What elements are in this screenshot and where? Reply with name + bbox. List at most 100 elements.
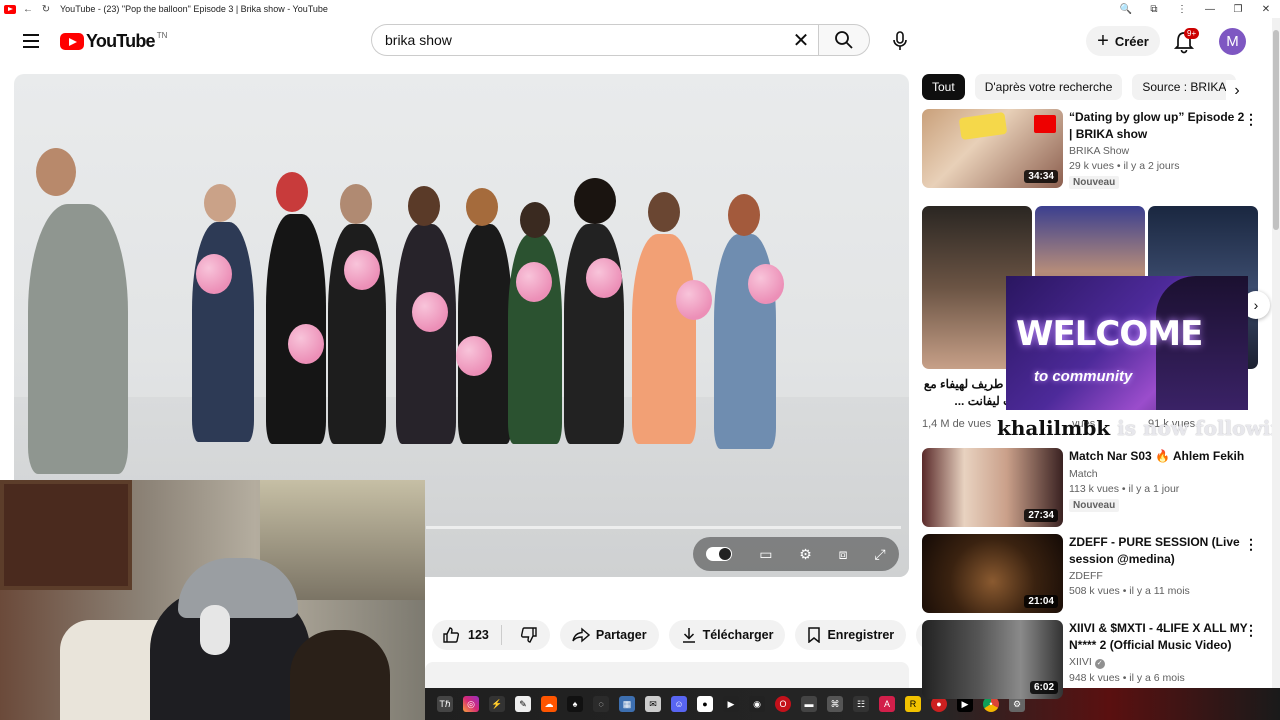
contestant-head xyxy=(408,186,440,226)
webcam-overlay xyxy=(0,480,425,720)
video-thumbnail[interactable]: 6:02 xyxy=(922,620,1063,699)
webcam-second-person xyxy=(290,630,390,720)
search-input[interactable] xyxy=(385,32,765,48)
thumbs-up-icon xyxy=(443,627,460,643)
restore-button[interactable]: ❐ xyxy=(1224,4,1252,15)
new-badge: Nouveau xyxy=(1069,176,1120,189)
soundcloud-icon[interactable]: ☁ xyxy=(541,696,557,712)
balloon xyxy=(586,258,622,298)
share-button[interactable]: Partager xyxy=(559,620,659,650)
contestant-head xyxy=(276,172,308,212)
more-vertical-icon[interactable]: ⋮ xyxy=(1244,622,1258,639)
youtube-logo[interactable]: YouTube TN xyxy=(60,31,167,52)
contestant-figure xyxy=(564,224,624,444)
reload-icon[interactable]: ↻ xyxy=(40,3,52,15)
fullscreen-icon[interactable]: ⤢ xyxy=(874,546,885,563)
taskbar-app-icon[interactable]: ▦ xyxy=(619,696,635,712)
settings-icon[interactable]: ⚙ xyxy=(799,546,812,563)
balloon xyxy=(288,324,324,364)
voice-search-button[interactable] xyxy=(883,24,917,58)
taskbar-app-icon[interactable]: A xyxy=(879,696,895,712)
zoom-icon[interactable]: 🔍 xyxy=(1112,4,1140,15)
scrollbar-thumb[interactable] xyxy=(1273,30,1279,230)
create-button[interactable]: + Créer xyxy=(1086,26,1160,56)
video-title[interactable]: “Dating by glow up” Episode 2 | BRIKA sh… xyxy=(1069,109,1249,142)
miniplayer-icon[interactable]: ⧈ xyxy=(839,546,848,563)
short-views: 1,4 M de vues xyxy=(922,418,992,430)
autoplay-toggle[interactable] xyxy=(706,547,733,561)
related-video-card[interactable]: 34:34 “Dating by glow up” Episode 2 | BR… xyxy=(922,109,1262,189)
chip-source-brika[interactable]: Source : BRIKA xyxy=(1132,74,1237,100)
download-label: Télécharger xyxy=(702,628,774,642)
chip-all[interactable]: Tout xyxy=(922,74,965,100)
video-title[interactable]: XIIVI & $MXTI - 4LIFE X ALL MY N**** 2 (… xyxy=(1069,620,1249,653)
description-box[interactable] xyxy=(425,662,909,688)
video-duration: 27:34 xyxy=(1024,509,1058,522)
webcam-mirror xyxy=(0,480,132,590)
taskbar-app-icon[interactable]: ⌘ xyxy=(827,696,843,712)
chip-from-search[interactable]: D'après votre recherche xyxy=(974,74,1123,100)
taskbar-app-icon[interactable]: ✉ xyxy=(645,696,661,712)
save-button[interactable]: Enregistrer xyxy=(795,620,907,650)
related-video-card[interactable]: 6:02 XIIVI & $MXTI - 4LIFE X ALL MY N***… xyxy=(922,620,1262,700)
taskbar-app-icon[interactable]: ⚡ xyxy=(489,696,505,712)
clear-search-icon[interactable]: ✕ xyxy=(790,29,812,52)
video-title[interactable]: ZDEFF - PURE SESSION (Live session @medi… xyxy=(1069,534,1249,567)
video-progress-bar[interactable] xyxy=(426,526,901,529)
masthead: YouTube TN ✕ + Créer 9+ M xyxy=(0,18,1280,64)
avatar[interactable]: M xyxy=(1219,28,1246,55)
video-stats: 113 k vues • il y a 1 jour xyxy=(1069,482,1180,495)
video-title[interactable]: Match Nar S03 🔥 Ahlem Fekih xyxy=(1069,448,1249,465)
taskbar-app-icon[interactable]: ✎ xyxy=(515,696,531,712)
channel-name[interactable]: Match xyxy=(1069,468,1249,480)
minimize-button[interactable]: — xyxy=(1196,4,1224,15)
window-controls: 🔍 ⧉ ⋮ — ❐ ✕ xyxy=(1112,0,1280,18)
related-video-card[interactable]: 27:34 Match Nar S03 🔥 Ahlem Fekih Match … xyxy=(922,448,1262,528)
taskbar-app-icon[interactable]: ♠ xyxy=(567,696,583,712)
taskbar-app-icon[interactable]: ▶ xyxy=(723,696,739,712)
video-stats: 508 k vues • il y a 11 mois xyxy=(1069,585,1190,597)
channel-name[interactable]: ZDEFF xyxy=(1069,570,1249,582)
follow-alert: khalilmbk is now following! xyxy=(997,416,1280,440)
contestant-head xyxy=(204,184,236,222)
video-thumbnail[interactable]: 27:34 xyxy=(922,448,1063,527)
menu-icon[interactable] xyxy=(18,28,44,54)
taskbar-app-icon[interactable]: ◉ xyxy=(749,696,765,712)
country-code: TN xyxy=(156,31,168,40)
taskbar-app-icon[interactable]: ☷ xyxy=(853,696,869,712)
related-filter-chips: Tout D'après votre recherche Source : BR… xyxy=(922,74,1237,100)
channel-name[interactable]: BRIKA Show xyxy=(1069,145,1249,157)
more-icon[interactable]: ⋮ xyxy=(1168,4,1196,15)
taskbar-app-icon[interactable]: Tℏ xyxy=(437,696,453,712)
dislike-button[interactable] xyxy=(508,626,550,644)
download-button[interactable]: Télécharger xyxy=(668,620,786,650)
video-meta: Match Nar S03 🔥 Ahlem Fekih Match 113 k … xyxy=(1069,448,1249,513)
taskbar-app-icon[interactable]: ▬ xyxy=(801,696,817,712)
balloon xyxy=(676,280,712,320)
channel-name[interactable]: XIIVI ✓ xyxy=(1069,656,1249,669)
instagram-icon[interactable]: ◎ xyxy=(463,696,479,712)
subtitles-icon[interactable]: ▭ xyxy=(759,546,772,563)
page-scrollbar[interactable] xyxy=(1272,18,1280,688)
more-vertical-icon[interactable]: ⋮ xyxy=(1244,536,1258,553)
opera-icon[interactable]: O xyxy=(775,696,791,712)
discord-icon[interactable]: ☺ xyxy=(671,696,687,712)
taskbar-app-icon[interactable]: R xyxy=(905,696,921,712)
notifications-button[interactable]: 9+ xyxy=(1170,28,1200,56)
more-vertical-icon[interactable]: ⋮ xyxy=(1244,111,1258,128)
taskbar-app-icon[interactable]: ● xyxy=(697,696,713,712)
video-thumbnail[interactable]: 21:04 xyxy=(922,534,1063,613)
like-button[interactable]: 123 xyxy=(432,625,502,645)
related-video-card[interactable]: 21:04 ZDEFF - PURE SESSION (Live session… xyxy=(922,534,1262,614)
close-button[interactable]: ✕ xyxy=(1252,4,1280,15)
search-box[interactable]: ✕ xyxy=(371,24,818,56)
welcome-overlay: WELCOME to community xyxy=(1006,276,1248,410)
search-button[interactable] xyxy=(818,24,870,56)
extensions-icon[interactable]: ⧉ xyxy=(1140,4,1168,15)
video-thumbnail[interactable]: 34:34 xyxy=(922,109,1063,188)
welcome-text: WELCOME xyxy=(1016,314,1203,354)
taskbar-app-icon[interactable]: ◌ xyxy=(593,696,609,712)
like-dislike-group: 123 xyxy=(432,620,550,650)
back-icon[interactable]: ← xyxy=(22,3,34,15)
chips-next-arrow-icon[interactable]: › xyxy=(1226,80,1248,102)
